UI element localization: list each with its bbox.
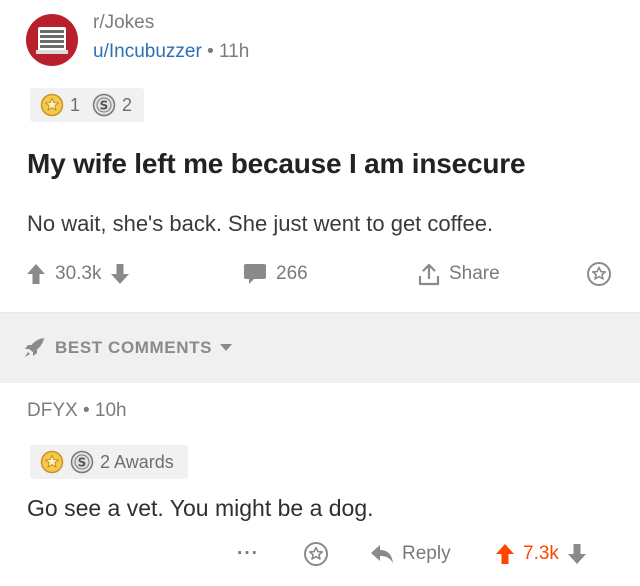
upvote-icon[interactable] [26,263,46,285]
more-options-icon: ··· [237,543,259,564]
subreddit-name[interactable]: r/Jokes [93,12,154,34]
meta-separator: • [82,400,90,421]
share-icon [418,262,440,286]
comment-score: 7.3k [523,543,559,564]
comment-sort-bar: BEST COMMENTS [0,313,640,383]
comment-actions: ··· Reply 7.3k [0,536,640,572]
rocket-icon [23,337,47,359]
reply-label: Reply [402,543,451,564]
give-award-button[interactable] [586,256,612,292]
reply-button[interactable]: Reply [370,536,451,572]
gold-award-count: 1 [70,94,81,115]
subreddit-avatar-icon [36,27,68,54]
silver-award-icon: S [92,93,116,117]
post-score: 30.3k [55,263,102,284]
meta-separator: • [207,41,214,62]
comment: DFYX • 10h S 2 Awards Go see a vet. You … [0,383,640,586]
subreddit-avatar[interactable] [26,14,78,66]
comment-body: Go see a vet. You might be a dog. [27,495,374,521]
post-meta: u/Incubuzzer • 11h [93,41,249,63]
reply-icon [370,544,394,564]
comment-author[interactable]: DFYX [27,400,78,421]
comment-icon [243,263,267,285]
share-label: Share [449,263,500,284]
gold-award-icon [40,93,64,117]
comment-awards[interactable]: S 2 Awards [30,445,188,479]
downvote-icon[interactable] [110,263,130,285]
comment-age: 10h [94,400,127,421]
post-age: 11h [219,41,250,62]
chevron-down-icon [220,344,233,352]
award-outline-icon [586,261,612,287]
silver-award-icon: S [70,450,94,474]
svg-text:S: S [100,99,109,113]
comments-button[interactable]: 266 [243,256,308,292]
post-awards[interactable]: 1 S 2 [30,88,145,122]
svg-text:S: S [78,456,87,470]
give-award-button[interactable] [303,536,329,572]
silver-award-count: 2 [122,94,133,115]
post-author[interactable]: u/Incubuzzer [93,41,202,62]
share-button[interactable]: Share [418,256,500,292]
post-vote: 30.3k [26,256,130,292]
comment-awards-label: 2 Awards [100,451,174,472]
comment-meta: DFYX • 10h [27,400,127,422]
gold-award-icon [40,450,64,474]
more-options-button[interactable]: ··· [237,536,259,572]
upvote-icon[interactable] [495,543,515,565]
award-outline-icon [303,541,329,567]
comment-count: 266 [276,263,308,284]
sort-dropdown[interactable]: BEST COMMENTS [23,337,233,359]
comment-vote: 7.3k [495,536,587,572]
downvote-icon[interactable] [567,543,587,565]
post-actions: 30.3k 266 Share [0,256,640,296]
sort-label: BEST COMMENTS [55,338,213,357]
post-body: No wait, she's back. She just went to ge… [27,211,494,236]
post-card: r/Jokes u/Incubuzzer • 11h 1 S 2 My wife… [0,0,640,313]
post-title[interactable]: My wife left me because I am insecure [27,148,526,180]
